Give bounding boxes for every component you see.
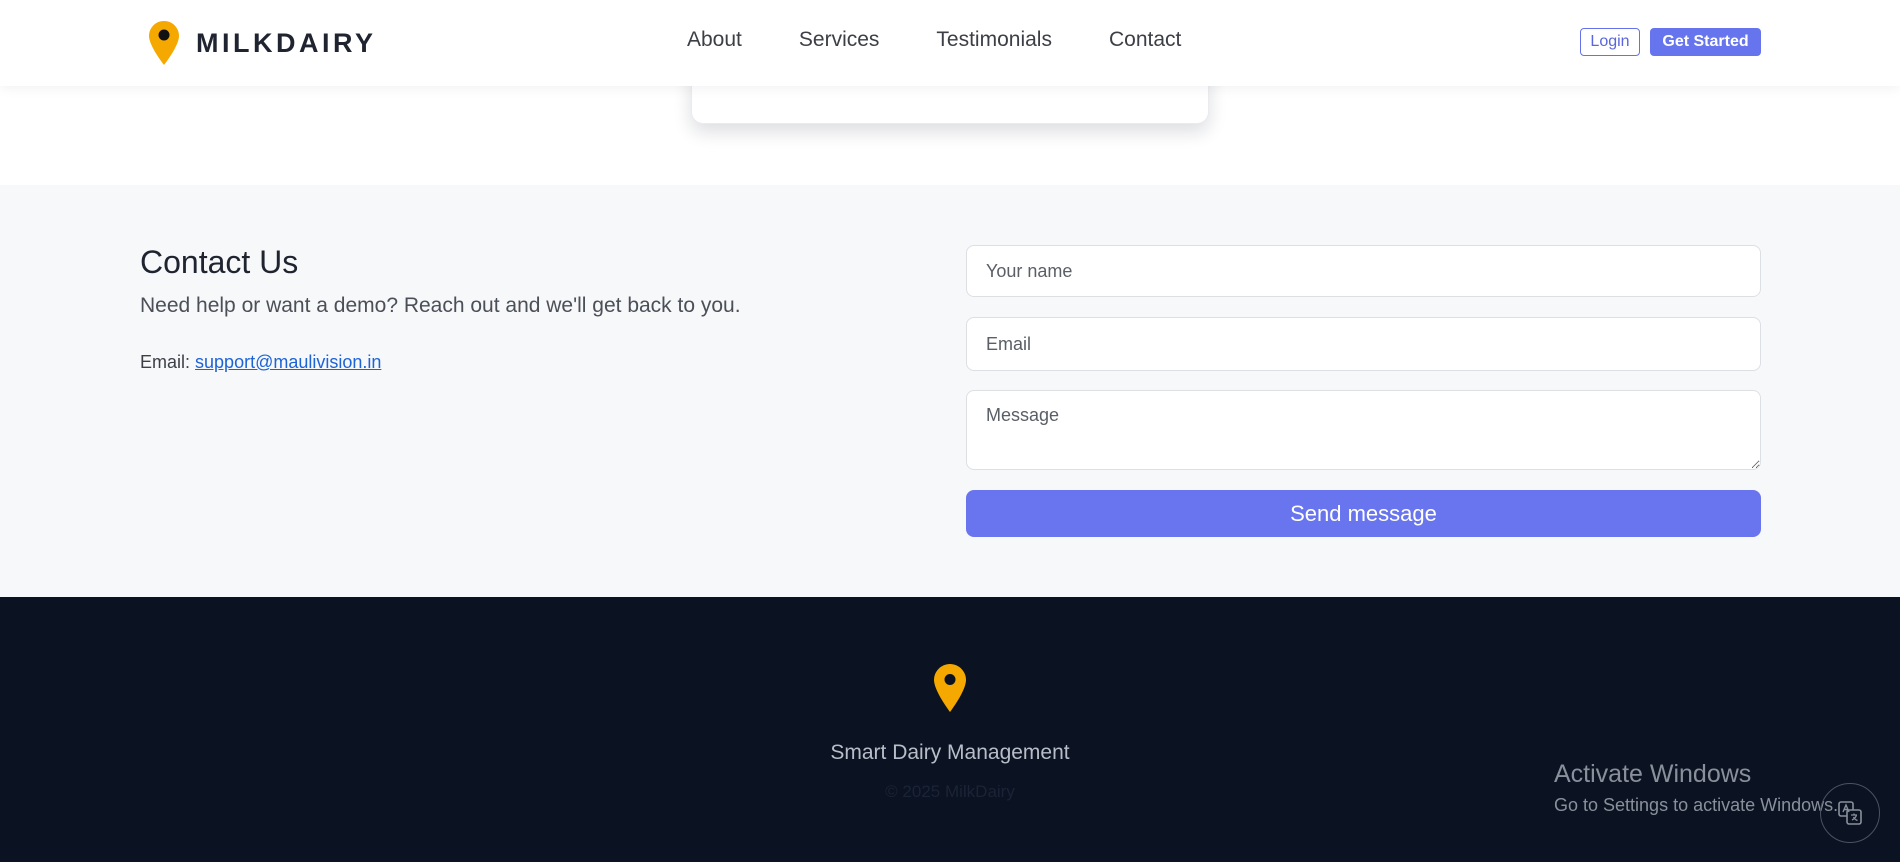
email-input[interactable] <box>966 317 1761 371</box>
translate-icon <box>1838 801 1862 825</box>
nav-testimonials[interactable]: Testimonials <box>936 28 1052 52</box>
site-footer: Smart Dairy Management © 2025 MilkDairy <box>0 597 1900 862</box>
brand-logo[interactable]: MILKDAIRY <box>148 20 377 66</box>
activate-windows-watermark: Activate Windows Go to Settings to activ… <box>1554 760 1838 816</box>
site-header: MILKDAIRY About Services Testimonials Co… <box>0 0 1900 86</box>
message-textarea[interactable] <box>966 390 1761 470</box>
name-input[interactable] <box>966 245 1761 297</box>
get-started-button[interactable]: Get Started <box>1650 28 1761 56</box>
nav-contact[interactable]: Contact <box>1109 28 1181 52</box>
nav-services[interactable]: Services <box>799 28 880 52</box>
activate-subtitle: Go to Settings to activate Windows. <box>1554 795 1839 815</box>
email-label: Email: <box>140 352 191 372</box>
contact-title: Contact Us <box>140 244 299 280</box>
main-nav: About Services Testimonials Contact <box>687 28 1181 52</box>
brand-name: MILKDAIRY <box>196 27 377 58</box>
contact-section: Contact Us Need help or want a demo? Rea… <box>0 185 1900 597</box>
support-email-link[interactable]: support@maulivision.in <box>195 352 381 372</box>
contact-subtitle: Need help or want a demo? Reach out and … <box>140 294 741 317</box>
translate-button[interactable] <box>1820 783 1880 843</box>
map-pin-icon <box>149 21 179 65</box>
login-button[interactable]: Login <box>1580 28 1640 56</box>
map-pin-icon <box>934 664 966 712</box>
send-message-button[interactable]: Send message <box>966 490 1761 537</box>
contact-email-line: Email: support@maulivision.in <box>140 352 381 373</box>
nav-about[interactable]: About <box>687 28 742 52</box>
activate-title: Activate Windows <box>1554 760 1752 788</box>
